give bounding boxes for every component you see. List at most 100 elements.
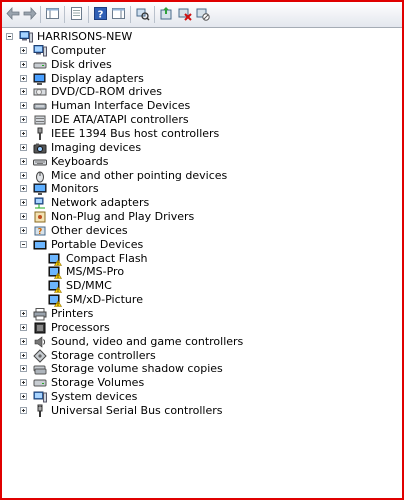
help-icon[interactable]: ? xyxy=(92,5,109,22)
expand-toggle[interactable] xyxy=(20,88,27,96)
tree-category[interactable]: Imaging devices xyxy=(2,141,382,155)
forward-arrow-icon[interactable] xyxy=(21,5,38,22)
tree-item-label: MS/MS-Pro xyxy=(66,265,125,279)
tree-item-label: Printers xyxy=(51,307,94,320)
svg-text:?: ? xyxy=(38,227,43,236)
portable-device-warning-icon xyxy=(48,265,63,280)
expand-toggle[interactable] xyxy=(20,74,27,82)
tree-item-label: IDE ATA/ATAPI controllers xyxy=(51,113,189,127)
action-pane-icon[interactable] xyxy=(110,5,127,22)
expand-toggle[interactable] xyxy=(20,143,27,151)
expand-toggle[interactable] xyxy=(20,60,27,68)
portable-device-warning-icon xyxy=(48,279,63,294)
processor-icon xyxy=(33,321,47,335)
expand-toggle[interactable] xyxy=(20,351,27,359)
expand-toggle[interactable] xyxy=(20,46,27,54)
tree-category[interactable]: Storage volume shadow copies xyxy=(2,362,382,376)
expand-toggle[interactable] xyxy=(20,185,27,193)
tree-device[interactable]: SM/xD-Picture xyxy=(2,293,382,307)
tree-category[interactable]: Disk drives xyxy=(2,58,382,72)
expand-toggle[interactable] xyxy=(20,379,27,387)
tree-category[interactable]: Portable Devices xyxy=(2,238,382,252)
tree-category[interactable]: Mice and other pointing devices xyxy=(2,169,382,183)
expand-toggle[interactable] xyxy=(20,310,27,317)
tree-category[interactable]: Universal Serial Bus controllers xyxy=(2,404,382,418)
tree-category[interactable]: Network adapters xyxy=(2,196,382,210)
collapse-toggle[interactable] xyxy=(20,240,27,248)
disable-device-icon[interactable] xyxy=(194,5,211,22)
expand-toggle[interactable] xyxy=(20,226,27,234)
collapse-toggle[interactable] xyxy=(6,33,13,40)
tree-item-label: Computer xyxy=(51,43,106,57)
monitor-icon xyxy=(33,182,47,196)
show-hide-console-tree-icon[interactable] xyxy=(44,5,61,22)
expand-toggle[interactable] xyxy=(20,337,27,345)
tree-category[interactable]: ? Other devices xyxy=(2,224,382,238)
properties-icon[interactable] xyxy=(68,5,85,22)
tree-category[interactable]: IEEE 1394 Bus host controllers xyxy=(2,127,382,141)
printer-icon xyxy=(33,307,47,321)
expand-toggle[interactable] xyxy=(20,199,27,207)
storage-controller-icon xyxy=(33,348,47,363)
tree-item-label: DVD/CD-ROM drives xyxy=(51,85,162,99)
usb-icon xyxy=(33,404,47,418)
tree-item-label: Storage volume shadow copies xyxy=(51,362,223,376)
scan-hardware-changes-icon[interactable] xyxy=(134,5,151,22)
tree-category[interactable]: DVD/CD-ROM drives xyxy=(2,85,382,99)
tree-category[interactable]: Keyboards xyxy=(2,155,382,169)
tree-category[interactable]: IDE ATA/ATAPI controllers xyxy=(2,113,382,127)
unknown-device-icon: ? xyxy=(33,224,47,238)
update-driver-icon[interactable] xyxy=(158,5,175,22)
dvd-drive-icon xyxy=(33,85,47,99)
ide-controller-icon xyxy=(33,113,47,127)
expand-toggle[interactable] xyxy=(20,393,27,401)
device-manager-window: ? HARRISONS-NEW Computer Disk drives Displa… xyxy=(0,0,404,500)
tree-category[interactable]: Display adapters xyxy=(2,72,382,86)
tree-category[interactable]: System devices xyxy=(2,390,382,404)
tree-category[interactable]: Non-Plug and Play Drivers xyxy=(2,210,382,224)
expand-toggle[interactable] xyxy=(20,102,27,110)
tree-category[interactable]: Storage controllers xyxy=(2,349,382,363)
expand-toggle[interactable] xyxy=(20,365,27,373)
expand-toggle[interactable] xyxy=(20,323,27,331)
disk-drive-icon xyxy=(33,58,47,72)
portable-device-warning-icon xyxy=(48,252,63,266)
tree-item-label: HARRISONS-NEW xyxy=(37,30,133,43)
expand-toggle[interactable] xyxy=(20,406,27,414)
mouse-icon xyxy=(33,169,47,183)
tree-item-label: Disk drives xyxy=(51,57,112,71)
back-arrow-icon[interactable] xyxy=(5,5,22,22)
expand-toggle[interactable] xyxy=(20,171,27,179)
tree-item-label: Sound, video and game controllers xyxy=(51,334,244,348)
tree-root[interactable]: HARRISONS-NEW xyxy=(2,30,382,44)
system-device-icon xyxy=(33,390,47,404)
tree-category[interactable]: Computer xyxy=(2,44,382,58)
expand-toggle[interactable] xyxy=(20,157,27,165)
tree-device[interactable]: MS/MS-Pro xyxy=(2,265,382,280)
expand-toggle[interactable] xyxy=(20,116,27,124)
tree-category[interactable]: Processors xyxy=(2,321,382,335)
expand-toggle[interactable] xyxy=(20,213,27,221)
tree-item-label: Storage controllers xyxy=(51,348,156,362)
ieee1394-icon xyxy=(33,127,47,141)
svg-text:?: ? xyxy=(98,10,104,21)
tree-category[interactable]: Sound, video and game controllers xyxy=(2,335,382,349)
tree-item-label: Keyboards xyxy=(51,154,109,168)
tree-item-label: System devices xyxy=(51,390,138,404)
tree-category[interactable]: Human Interface Devices xyxy=(2,99,382,113)
tree-device[interactable]: SD/MMC xyxy=(2,279,382,294)
tree-device[interactable]: Compact Flash xyxy=(2,252,382,266)
tree-category[interactable]: Printers xyxy=(2,307,382,321)
uninstall-device-icon[interactable] xyxy=(176,5,193,22)
tree-item-label: Compact Flash xyxy=(66,251,148,265)
tree-item-label: Human Interface Devices xyxy=(51,99,191,113)
tree-category[interactable]: Storage Volumes xyxy=(2,376,382,390)
tree-item-label: IEEE 1394 Bus host controllers xyxy=(51,126,220,140)
expand-toggle[interactable] xyxy=(20,129,27,137)
tree-item-label: SD/MMC xyxy=(66,279,112,293)
device-tree: HARRISONS-NEW Computer Disk drives Display … xyxy=(2,28,402,498)
tree-item-label: Universal Serial Bus controllers xyxy=(51,403,223,417)
tree-category[interactable]: Monitors xyxy=(2,182,382,196)
root-computer-icon xyxy=(19,30,33,44)
hid-icon xyxy=(33,99,47,113)
